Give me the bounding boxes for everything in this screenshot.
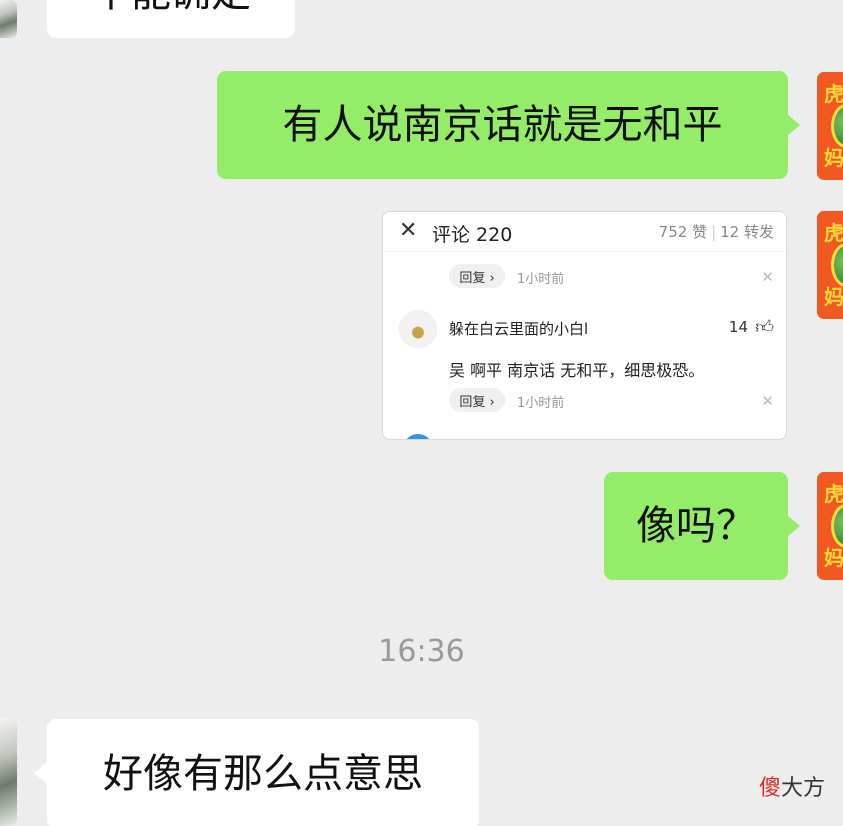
avatar-char: 虎: [824, 482, 843, 506]
reply-chip: 回复 ›: [449, 264, 505, 288]
self-avatar[interactable]: 虎 妈: [817, 72, 843, 180]
message-text: 像吗？: [636, 503, 756, 549]
comment-like-count: 14: [728, 318, 748, 336]
shared-image-message[interactable]: ✕ 评论 220 752 赞 | 12 转发 回复 › 1小时前 ✕ 躲在白云里面的…: [382, 211, 787, 440]
dismiss-icon: ✕: [761, 268, 774, 286]
avatar-char: 虎: [824, 82, 843, 106]
comment-username: 躲在白云里面的小白l: [449, 320, 589, 338]
self-avatar[interactable]: 虎 妈: [817, 472, 843, 580]
dismiss-icon: ✕: [761, 392, 774, 410]
chat-timestamp: 16:36: [378, 634, 465, 669]
bubble-tail: [787, 114, 800, 136]
shares-count: 12 转发: [720, 223, 774, 241]
card-header: ✕ 评论 220 752 赞 | 12 转发: [383, 212, 786, 252]
avatar-char: 妈: [824, 146, 843, 170]
close-icon: ✕: [399, 218, 418, 243]
watermark-red: 傻: [758, 776, 781, 801]
reply-time: 1小时前: [517, 272, 565, 287]
likes-count: 752 赞: [658, 223, 708, 241]
sent-message[interactable]: 有人说南京话就是无和平: [217, 71, 788, 179]
contact-avatar-partial[interactable]: [0, 718, 17, 826]
thumbs-up-icon: 👍︎: [755, 317, 774, 338]
card-stats: 752 赞 | 12 转发: [659, 221, 774, 242]
message-text: 有人说南京话就是无和平: [282, 102, 723, 148]
reply-chip: 回复 ›: [449, 388, 505, 412]
message-text: 不能确定: [91, 0, 251, 13]
avatar-emblem: [831, 243, 843, 287]
received-message-partial[interactable]: 不能确定: [47, 0, 295, 38]
bubble-tail: [787, 515, 800, 537]
avatar-char: 妈: [824, 546, 843, 570]
comment-avatar-partial: [403, 434, 433, 439]
comments-title: 评论 220: [432, 224, 513, 246]
stats-divider: |: [711, 223, 717, 241]
avatar-emblem: [831, 504, 843, 548]
contact-avatar-partial[interactable]: [0, 0, 17, 38]
avatar-emblem: [831, 104, 843, 148]
message-text: 好像有那么点意思: [103, 751, 423, 797]
comment-avatar: [399, 310, 437, 348]
reply-time: 1小时前: [517, 396, 565, 411]
watermark: 傻大方: [759, 770, 825, 802]
received-message[interactable]: 好像有那么点意思: [47, 719, 479, 826]
watermark-black: 大方: [780, 776, 825, 801]
avatar-char: 妈: [824, 285, 843, 309]
avatar-char: 虎: [824, 221, 843, 245]
self-avatar[interactable]: 虎 妈: [817, 211, 843, 319]
sent-message[interactable]: 像吗？: [604, 472, 788, 580]
bubble-tail: [34, 762, 47, 784]
comment-text: 吴 啊平 南京话 无和平，细思极恐。: [449, 361, 705, 380]
